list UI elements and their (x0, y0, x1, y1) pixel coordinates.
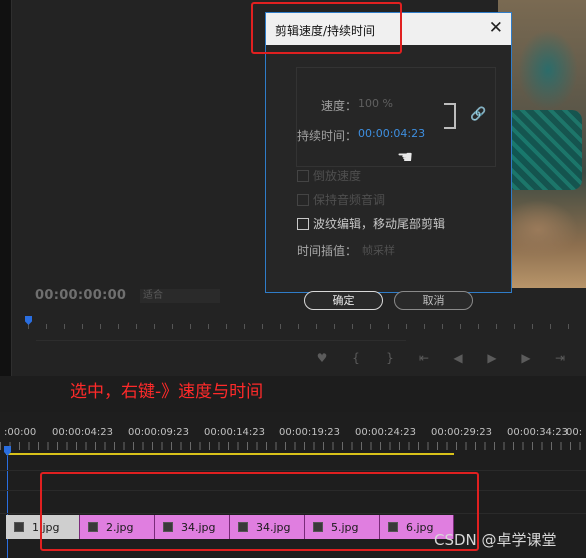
transport-controls: ♥ { } ⇤ ◀ ▶ ▶ ⇥ (305, 351, 577, 365)
chain-link-icon[interactable]: 🔗 (470, 107, 486, 122)
mark-out-icon[interactable]: } (373, 351, 407, 365)
speed-value[interactable]: 100 % (358, 97, 393, 110)
ruler-label: 00:00:14:23 (204, 427, 266, 438)
ruler-label: :00:00 (4, 427, 37, 438)
go-to-in-icon[interactable]: ⇤ (407, 351, 441, 365)
checkbox-box[interactable] (297, 169, 309, 182)
duration-label: 持续时间： (297, 129, 358, 143)
fx-icon (14, 522, 24, 532)
time-interpolation-select[interactable]: 帧采样 (362, 242, 395, 258)
ruler-label: 00:00:34:23 (507, 427, 569, 438)
step-back-icon[interactable]: ◀ (441, 351, 475, 365)
ruler-label: 00:00:29:23 (431, 427, 493, 438)
duration-value[interactable]: 00:00:04:23 (358, 127, 425, 140)
time-interpolation-label: 时间插值： (297, 244, 358, 258)
marker-icon[interactable]: ♥ (305, 351, 339, 365)
fit-dropdown[interactable]: 适合 (140, 289, 220, 303)
speed-duration-group (296, 67, 496, 167)
ruler-label: 00:00:04:23 (52, 427, 114, 438)
monitor-scrollbar[interactable] (36, 340, 406, 341)
monitor-timecode[interactable]: 00:00:00:00 (35, 288, 126, 303)
playhead-line (7, 456, 8, 558)
timeline-ruler[interactable] (0, 442, 586, 450)
link-bracket (444, 103, 456, 129)
speed-label: 速度： (321, 99, 358, 113)
close-icon[interactable]: ✕ (489, 18, 503, 38)
left-panel-edge (0, 0, 12, 376)
track-divider (0, 470, 586, 471)
dialog-body: 速度： 100 % 持续时间： 00:00:04:23 🔗 ☚ 倒放速度 保持音… (266, 45, 511, 310)
checkbox-box[interactable] (297, 217, 309, 230)
monitor-ruler[interactable] (28, 321, 582, 331)
ruler-label: 00:00:24:23 (355, 427, 417, 438)
work-area-bar[interactable] (6, 453, 454, 455)
ripple-edit-label: 波纹编辑，移动尾部剪辑 (313, 217, 446, 231)
play-icon[interactable]: ▶ (475, 351, 509, 365)
maintain-audio-pitch-checkbox[interactable]: 保持音频音调 (297, 191, 385, 208)
reverse-speed-checkbox[interactable]: 倒放速度 (297, 167, 361, 184)
ruler-label: 00:00:09:23 (128, 427, 190, 438)
ruler-label: 00: (566, 427, 583, 438)
instruction-annotation: 选中，右键-》速度与时间 (70, 382, 264, 402)
maintain-audio-pitch-label: 保持音频音调 (313, 193, 386, 207)
mark-in-icon[interactable]: { (339, 351, 373, 365)
step-forward-icon[interactable]: ▶ (509, 351, 543, 365)
go-to-out-icon[interactable]: ⇥ (543, 351, 577, 365)
checkbox-box[interactable] (297, 193, 309, 206)
watermark: CSDN @卓学课堂 (434, 531, 557, 549)
ruler-label: 00:00:19:23 (279, 427, 341, 438)
ok-button[interactable]: 确定 (304, 291, 383, 310)
highlight-box-title (251, 2, 402, 54)
highlight-box-clips (40, 472, 479, 551)
clip-speed-duration-dialog: 剪辑速度/持续时间 ✕ 速度： 100 % 持续时间： 00:00:04:23 … (265, 12, 512, 310)
cancel-button[interactable]: 取消 (394, 291, 473, 310)
timeline-ruler-labels: :00:00 00:00:04:23 00:00:09:23 00:00:14:… (0, 427, 586, 441)
reverse-speed-label: 倒放速度 (313, 169, 362, 183)
ripple-edit-checkbox[interactable]: 波纹编辑，移动尾部剪辑 (297, 215, 445, 232)
hand-cursor-icon: ☚ (397, 147, 414, 168)
chair-graphic (506, 110, 582, 190)
